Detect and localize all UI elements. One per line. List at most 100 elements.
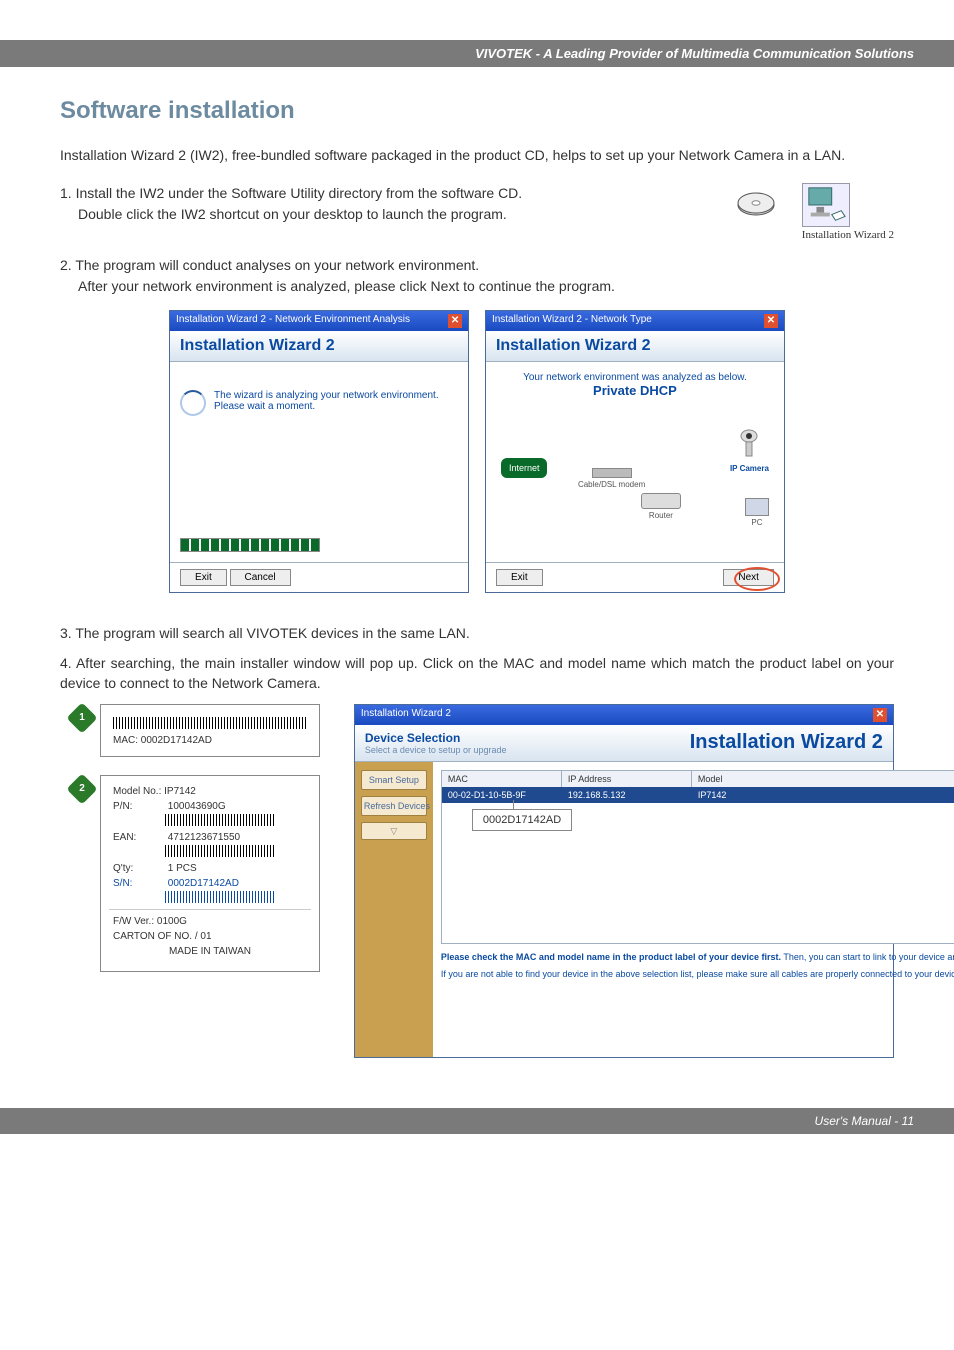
close-icon[interactable]: ✕ (448, 314, 462, 328)
analysed-text: Your network environment was analyzed as… (496, 372, 774, 383)
intro-paragraph: Installation Wizard 2 (IW2), free-bundle… (60, 145, 894, 165)
smart-setup-button[interactable]: Smart Setup (361, 770, 427, 790)
close-icon[interactable]: ✕ (764, 314, 778, 328)
exit-button[interactable]: Exit (180, 569, 227, 586)
device-selection-subtitle: Select a device to setup or upgrade (365, 745, 507, 755)
label2-ean-val: 4712123671550 (168, 832, 240, 843)
device-table: MAC IP Address Model 00-02-D1-10-5B-9F 1… (441, 770, 954, 944)
device-table-header: MAC IP Address Model (442, 771, 954, 787)
dialog-analysis-header: Installation Wizard 2 (170, 331, 468, 362)
page-content: Software installation Installation Wizar… (0, 67, 954, 1068)
dialog-analysis-msg1: The wizard is analyzing your network env… (214, 390, 439, 401)
installer-info-row: Please check the MAC and model name in t… (441, 952, 954, 1049)
label2-ean-key: EAN: (113, 832, 165, 843)
dialog-network-type-titlebar: Installation Wizard 2 - Network Type ✕ (486, 311, 784, 331)
product-labels-column: 1 MAC: 0002D17142AD 2 Model No.: IP7142 … (100, 704, 320, 990)
network-type-label: Private DHCP (496, 383, 774, 398)
step-2-line-b: After your network environment is analyz… (60, 276, 615, 296)
dialog-network-type-footer: Exit Next (486, 562, 784, 592)
barcode-icon (165, 891, 275, 903)
exit-button[interactable]: Exit (496, 569, 543, 586)
label2-sn-val: 0002D17142AD (168, 878, 239, 889)
internet-node: Internet (501, 458, 548, 478)
dialog-analysis-footer: Exit Cancel (170, 562, 468, 592)
router-node: Router (641, 493, 681, 520)
iw2-shortcut-icon-block: Installation Wizard 2 (802, 183, 894, 241)
label2-sn-key: S/N: (113, 878, 165, 889)
device-table-row[interactable]: 00-02-D1-10-5B-9F 192.168.5.132 IP7142 (442, 787, 954, 803)
row-mac: 00-02-D1-10-5B-9F (442, 787, 562, 803)
wizard-screenshots-row: Installation Wizard 2 - Network Environm… (60, 310, 894, 593)
barcode-icon (165, 814, 275, 826)
network-diagram: Internet Cable/DSL modem Router IP Camer… (496, 408, 774, 538)
product-label-2: 2 Model No.: IP7142 P/N: 100043690G EAN:… (100, 775, 320, 972)
mac-callout: 0002D17142AD (472, 809, 572, 831)
info-line-1: Please check the MAC and model name in t… (441, 952, 954, 964)
step-1-line-b: Double click the IW2 shortcut on your de… (60, 204, 507, 224)
modem-node: Cable/DSL modem (578, 468, 645, 489)
label2-fw: F/W Ver.: 0100G (113, 916, 307, 927)
label2-carton: CARTON OF NO. / 01 (113, 931, 307, 942)
dialog-network-type-body: Your network environment was analyzed as… (486, 362, 784, 562)
dialog-analysis-msg2: Please wait a moment. (214, 401, 439, 412)
row-ip: 192.168.5.132 (562, 787, 692, 803)
dialog-analysis-body: The wizard is analyzing your network env… (170, 362, 468, 562)
page-footer: User's Manual - 11 (0, 1108, 954, 1134)
label2-qty-val: 1 PCS (168, 863, 197, 874)
installer-sidebar: Smart Setup Refresh Devices ▽ (355, 762, 433, 1057)
installer-brand: Installation Wizard 2 (690, 731, 883, 754)
step-2: 2. The program will conduct analyses on … (60, 255, 894, 296)
label2-qty-key: Q'ty: (113, 863, 165, 874)
dialog-network-type: Installation Wizard 2 - Network Type ✕ I… (485, 310, 785, 593)
row-model: IP7142 (692, 787, 954, 803)
ipcamera-label: IP Camera (730, 464, 769, 473)
main-installer-dialog: Installation Wizard 2 ✕ Device Selection… (354, 704, 894, 1058)
step-1-line-a: 1. Install the IW2 under the Software Ut… (60, 185, 522, 201)
step-4: 4. After searching, the main installer w… (60, 653, 894, 694)
dialog-analysis-titlebar: Installation Wizard 2 - Network Environm… (170, 311, 468, 331)
step-3: 3. The program will search all VIVOTEK d… (60, 623, 894, 643)
cd-icon (736, 183, 776, 223)
dialog-analysis: Installation Wizard 2 - Network Environm… (169, 310, 469, 593)
label2-made: MADE IN TAIWAN (113, 946, 307, 957)
expand-button[interactable]: ▽ (361, 822, 427, 840)
cancel-button[interactable]: Cancel (230, 569, 291, 586)
barcode-icon (113, 717, 307, 729)
main-installer-titlebar: Installation Wizard 2 ✕ (355, 705, 893, 725)
label2-pn-val: 100043690G (168, 801, 226, 812)
spinner-icon (180, 390, 206, 416)
installer-main: MAC IP Address Model 00-02-D1-10-5B-9F 1… (433, 762, 954, 1057)
col-model: Model (692, 771, 954, 787)
device-selection-header: Device Selection Select a device to setu… (355, 725, 893, 762)
page-title: Software installation (60, 97, 894, 125)
badge-2: 2 (66, 773, 97, 804)
iw2-shortcut-icon (802, 183, 850, 227)
progress-bar (180, 538, 320, 552)
badge-1: 1 (66, 702, 97, 733)
dialog-network-type-title: Installation Wizard 2 - Network Type (492, 314, 652, 328)
dialog-network-type-header: Installation Wizard 2 (486, 331, 784, 362)
refresh-devices-button[interactable]: Refresh Devices (361, 796, 427, 816)
step-2-line-a: 2. The program will conduct analyses on … (60, 257, 479, 273)
ipcamera-node: IP Camera (730, 428, 769, 473)
barcode-icon (165, 845, 275, 857)
col-mac: MAC (442, 771, 562, 787)
installer-info-text: Please check the MAC and model name in t… (441, 952, 954, 1049)
router-label: Router (649, 511, 673, 520)
iw2-shortcut-caption: Installation Wizard 2 (802, 229, 894, 241)
page-header: VIVOTEK - A Leading Provider of Multimed… (0, 40, 954, 67)
next-button[interactable]: Next (723, 569, 774, 586)
pc-node: PC (745, 498, 769, 527)
label1-mac: MAC: 0002D17142AD (113, 735, 307, 746)
close-icon[interactable]: ✕ (873, 708, 887, 722)
modem-label: Cable/DSL modem (578, 480, 645, 489)
pc-label: PC (751, 518, 762, 527)
product-label-1: 1 MAC: 0002D17142AD (100, 704, 320, 757)
col-ip: IP Address (562, 771, 692, 787)
device-selection-title: Device Selection (365, 731, 507, 745)
label2-model: Model No.: IP7142 (113, 786, 307, 797)
device-table-body: 0002D17142AD (442, 803, 954, 943)
main-installer-title: Installation Wizard 2 (361, 708, 451, 722)
dialog-analysis-title: Installation Wizard 2 - Network Environm… (176, 314, 410, 328)
info-line-3: If you are not able to find your device … (441, 969, 954, 981)
